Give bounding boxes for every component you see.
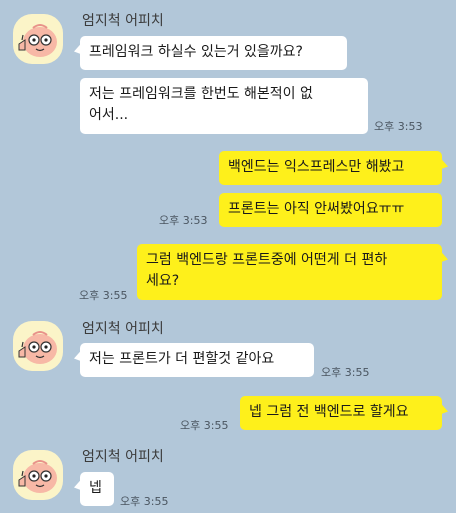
avatar[interactable] xyxy=(13,321,63,371)
message-bubble[interactable]: 프레임워크 하실수 있는거 있을까요? xyxy=(80,36,347,70)
message-bubble[interactable]: 그럼 백엔드랑 프론트중에 어떤게 더 편하 세요? xyxy=(137,244,442,300)
message-time: 오후 3:55 xyxy=(120,495,169,508)
avatar[interactable] xyxy=(13,14,63,64)
message-bubble[interactable]: 저는 프레임워크를 한번도 해본적이 없 어서... xyxy=(80,78,368,134)
message-bubble[interactable]: 저는 프론트가 더 편할것 같아요 xyxy=(80,343,314,377)
message-bubble[interactable]: 프론트는 아직 안써봤어요ㅠㅠ xyxy=(219,193,442,227)
sender-name: 엄지척 어피치 xyxy=(82,321,164,337)
message-bubble[interactable]: 넵 그럼 전 백엔드로 할게요 xyxy=(240,396,442,430)
message-bubble[interactable]: 넵 xyxy=(80,472,114,506)
message-time: 오후 3:53 xyxy=(374,120,423,133)
message-bubble[interactable]: 백엔드는 익스프레스만 해봤고 xyxy=(219,151,442,185)
message-time: 오후 3:55 xyxy=(321,366,370,379)
message-time: 오후 3:55 xyxy=(180,419,229,432)
sender-name: 엄지척 어피치 xyxy=(82,13,164,29)
apeach-thumbs-up-icon xyxy=(18,24,57,57)
apeach-thumbs-up-icon xyxy=(18,460,57,493)
avatar[interactable] xyxy=(13,450,63,500)
sender-name: 엄지척 어피치 xyxy=(82,449,164,465)
message-time: 오후 3:53 xyxy=(159,214,208,227)
apeach-thumbs-up-icon xyxy=(18,331,57,364)
message-time: 오후 3:55 xyxy=(79,289,128,302)
